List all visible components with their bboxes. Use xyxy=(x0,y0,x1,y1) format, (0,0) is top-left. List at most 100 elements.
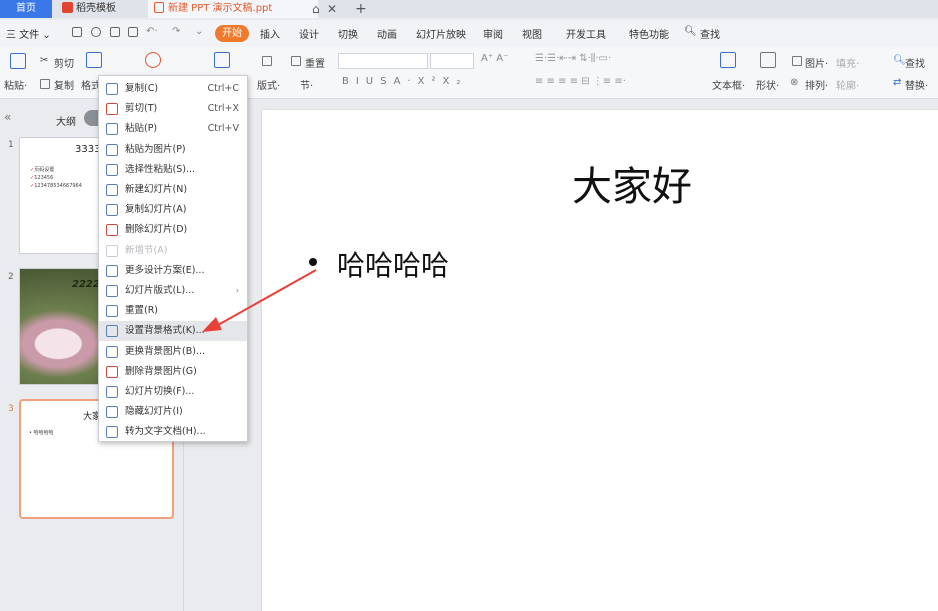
picture-button[interactable]: 图片· xyxy=(805,55,828,70)
new-section-icon xyxy=(106,244,118,257)
outline-button[interactable]: 轮廓· xyxy=(836,77,859,92)
delete-background-icon xyxy=(106,365,118,378)
font-size-select[interactable] xyxy=(430,53,474,69)
arrange-button[interactable]: 排列· xyxy=(805,77,828,92)
context-menu-item[interactable]: 删除背景图片(G) xyxy=(99,362,247,382)
undo-icon[interactable]: ↶· xyxy=(146,26,158,37)
context-menu-item[interactable]: 幻灯片切换(F)... xyxy=(99,382,247,402)
shape-icon[interactable] xyxy=(760,52,776,68)
context-menu-label: 重置(R) xyxy=(125,305,159,317)
context-menu-item[interactable]: 粘贴为图片(P) xyxy=(99,140,247,160)
tab-animation[interactable]: 动画 xyxy=(377,26,397,41)
copy-icon xyxy=(106,83,118,95)
layout-icon xyxy=(106,285,118,297)
context-menu-item[interactable]: 设置背景格式(K)... xyxy=(99,321,247,342)
context-menu-item[interactable]: 粘贴(P) Ctrl+V xyxy=(99,119,247,139)
outline-tab[interactable]: 大纲 xyxy=(56,113,76,128)
tab-features[interactable]: 特色功能 xyxy=(629,26,669,41)
context-menu-item[interactable]: 删除幻灯片(D) xyxy=(99,220,247,240)
replace-button[interactable]: 替换· xyxy=(905,77,928,92)
slide-number: 1 xyxy=(8,140,14,150)
play-icon[interactable] xyxy=(145,52,161,68)
tab-review[interactable]: 审阅 xyxy=(483,26,503,41)
paste-button[interactable]: 粘贴· xyxy=(4,77,27,92)
design-icon xyxy=(106,264,118,277)
context-menu-item[interactable]: 新建幻灯片(N) xyxy=(99,180,247,200)
context-menu-label: 新增节(A) xyxy=(125,244,168,256)
collapse-panel-icon[interactable]: « xyxy=(4,110,11,124)
context-menu-item[interactable]: 幻灯片版式(L)... › xyxy=(99,281,247,301)
save-icon[interactable] xyxy=(72,27,82,37)
context-menu-shortcut: Ctrl+V xyxy=(207,123,239,135)
tab-slideshow[interactable]: 幻灯片放映 xyxy=(416,26,466,41)
find-icon: 🔍︎ xyxy=(893,55,906,66)
close-tab-icon[interactable]: ✕ xyxy=(327,0,337,18)
section-button[interactable]: 节· xyxy=(300,77,313,92)
menu-search[interactable]: 查找 xyxy=(700,26,720,41)
change-background-icon xyxy=(106,345,118,358)
new-slide-icon[interactable] xyxy=(214,52,230,68)
textbox-icon[interactable] xyxy=(720,52,736,68)
textbox-button[interactable]: 文本框· xyxy=(712,77,745,92)
new-tab-icon[interactable]: + xyxy=(355,0,367,18)
file-menu[interactable]: 三 文件 ⌄ xyxy=(6,26,51,41)
find-button[interactable]: 查找 xyxy=(905,55,925,70)
context-menu: 复制(C) Ctrl+C 剪切(T) Ctrl+X 粘贴(P) Ctrl+V 粘贴为图片(P… xyxy=(98,75,248,442)
text-format-icons[interactable]: BIUSA·X²X₂ xyxy=(342,76,467,87)
context-menu-label: 转为文字文档(H)... xyxy=(125,426,206,438)
scissors-icon: ✂ xyxy=(40,55,49,66)
copy-button[interactable]: 复制 xyxy=(54,77,74,92)
context-menu-item[interactable]: 转为文字文档(H)... xyxy=(99,422,247,442)
share-icon[interactable] xyxy=(91,27,101,37)
tab-home-label: 首页 xyxy=(16,3,36,14)
context-menu-item[interactable]: 复制(C) Ctrl+C xyxy=(99,79,247,99)
customize-dropdown-icon[interactable]: ⌄ xyxy=(195,26,203,37)
thumbnail-bullet: 123478534667964 xyxy=(30,182,82,190)
context-menu-item[interactable]: 更多设计方案(E)... xyxy=(99,261,247,281)
hide-slide-icon xyxy=(106,406,118,419)
fill-button[interactable]: 填充· xyxy=(836,55,859,70)
thumbnail-bullet: 页码设置 xyxy=(30,166,82,174)
pin-icon[interactable]: ⌂ xyxy=(312,0,320,18)
context-menu-shortcut: Ctrl+X xyxy=(207,103,239,115)
font-name-select[interactable] xyxy=(338,53,428,69)
tab-start[interactable]: 开始 xyxy=(215,25,249,42)
tab-template[interactable]: 稻壳模板 xyxy=(56,0,144,18)
print-preview-icon[interactable] xyxy=(128,27,138,37)
font-size-up-icon[interactable]: A⁺ A⁻ xyxy=(481,53,508,64)
cut-button[interactable]: 剪切 xyxy=(54,55,74,70)
paste-special-icon xyxy=(106,163,118,176)
print-icon[interactable] xyxy=(110,27,120,37)
slide-editor[interactable]: 大家好 哈哈哈哈 xyxy=(262,110,938,611)
tab-design[interactable]: 设计 xyxy=(299,26,319,41)
tab-insert[interactable]: 插入 xyxy=(260,26,280,41)
title-tab-bar: 首页 稻壳模板 新建 PPT 演示文稿.ppt ⌂ ✕ + xyxy=(0,0,938,18)
tab-developer[interactable]: 开发工具 xyxy=(566,26,606,41)
context-menu-item[interactable]: 选择性粘贴(S)... xyxy=(99,160,247,180)
tab-transition[interactable]: 切换 xyxy=(338,26,358,41)
tab-view[interactable]: 视图 xyxy=(522,26,542,41)
layout-button[interactable]: 版式· xyxy=(257,77,280,92)
paste-icon[interactable] xyxy=(10,53,26,69)
context-menu-item[interactable]: 更换背景图片(B)... xyxy=(99,342,247,362)
format-painter-icon[interactable] xyxy=(86,52,102,68)
tab-document-label: 新建 PPT 演示文稿.ppt xyxy=(168,3,273,14)
tab-document[interactable]: 新建 PPT 演示文稿.ppt xyxy=(148,0,318,18)
slide-bullet-text[interactable]: 哈哈哈哈 xyxy=(337,244,449,284)
shape-button[interactable]: 形状· xyxy=(756,77,779,92)
context-menu-item[interactable]: 复制幻灯片(A) xyxy=(99,200,247,220)
context-menu-label: 复制幻灯片(A) xyxy=(125,204,187,216)
context-menu-label: 粘贴为图片(P) xyxy=(125,143,186,155)
slide-title[interactable]: 大家好 xyxy=(572,154,692,212)
context-menu-item[interactable]: 重置(R) xyxy=(99,301,247,321)
search-icon[interactable]: 🔍︎ xyxy=(684,26,697,37)
context-menu-label: 删除背景图片(G) xyxy=(125,365,197,377)
list-icons[interactable]: ☰·☰·⇤⇥ ⇅·⫼·▭· xyxy=(535,53,611,64)
tab-home[interactable]: 首页 xyxy=(0,0,52,18)
context-menu-item[interactable]: 隐藏幻灯片(I) xyxy=(99,402,247,422)
context-menu-item[interactable]: 剪切(T) Ctrl+X xyxy=(99,99,247,119)
redo-icon[interactable]: ↷ xyxy=(172,26,180,37)
reset-button[interactable]: 重置 xyxy=(305,55,325,70)
reset-icon xyxy=(106,305,118,318)
align-icons[interactable]: ≡ ≡ ≡ ≡ ⊟ ⋮≡ ≡· xyxy=(535,76,626,87)
